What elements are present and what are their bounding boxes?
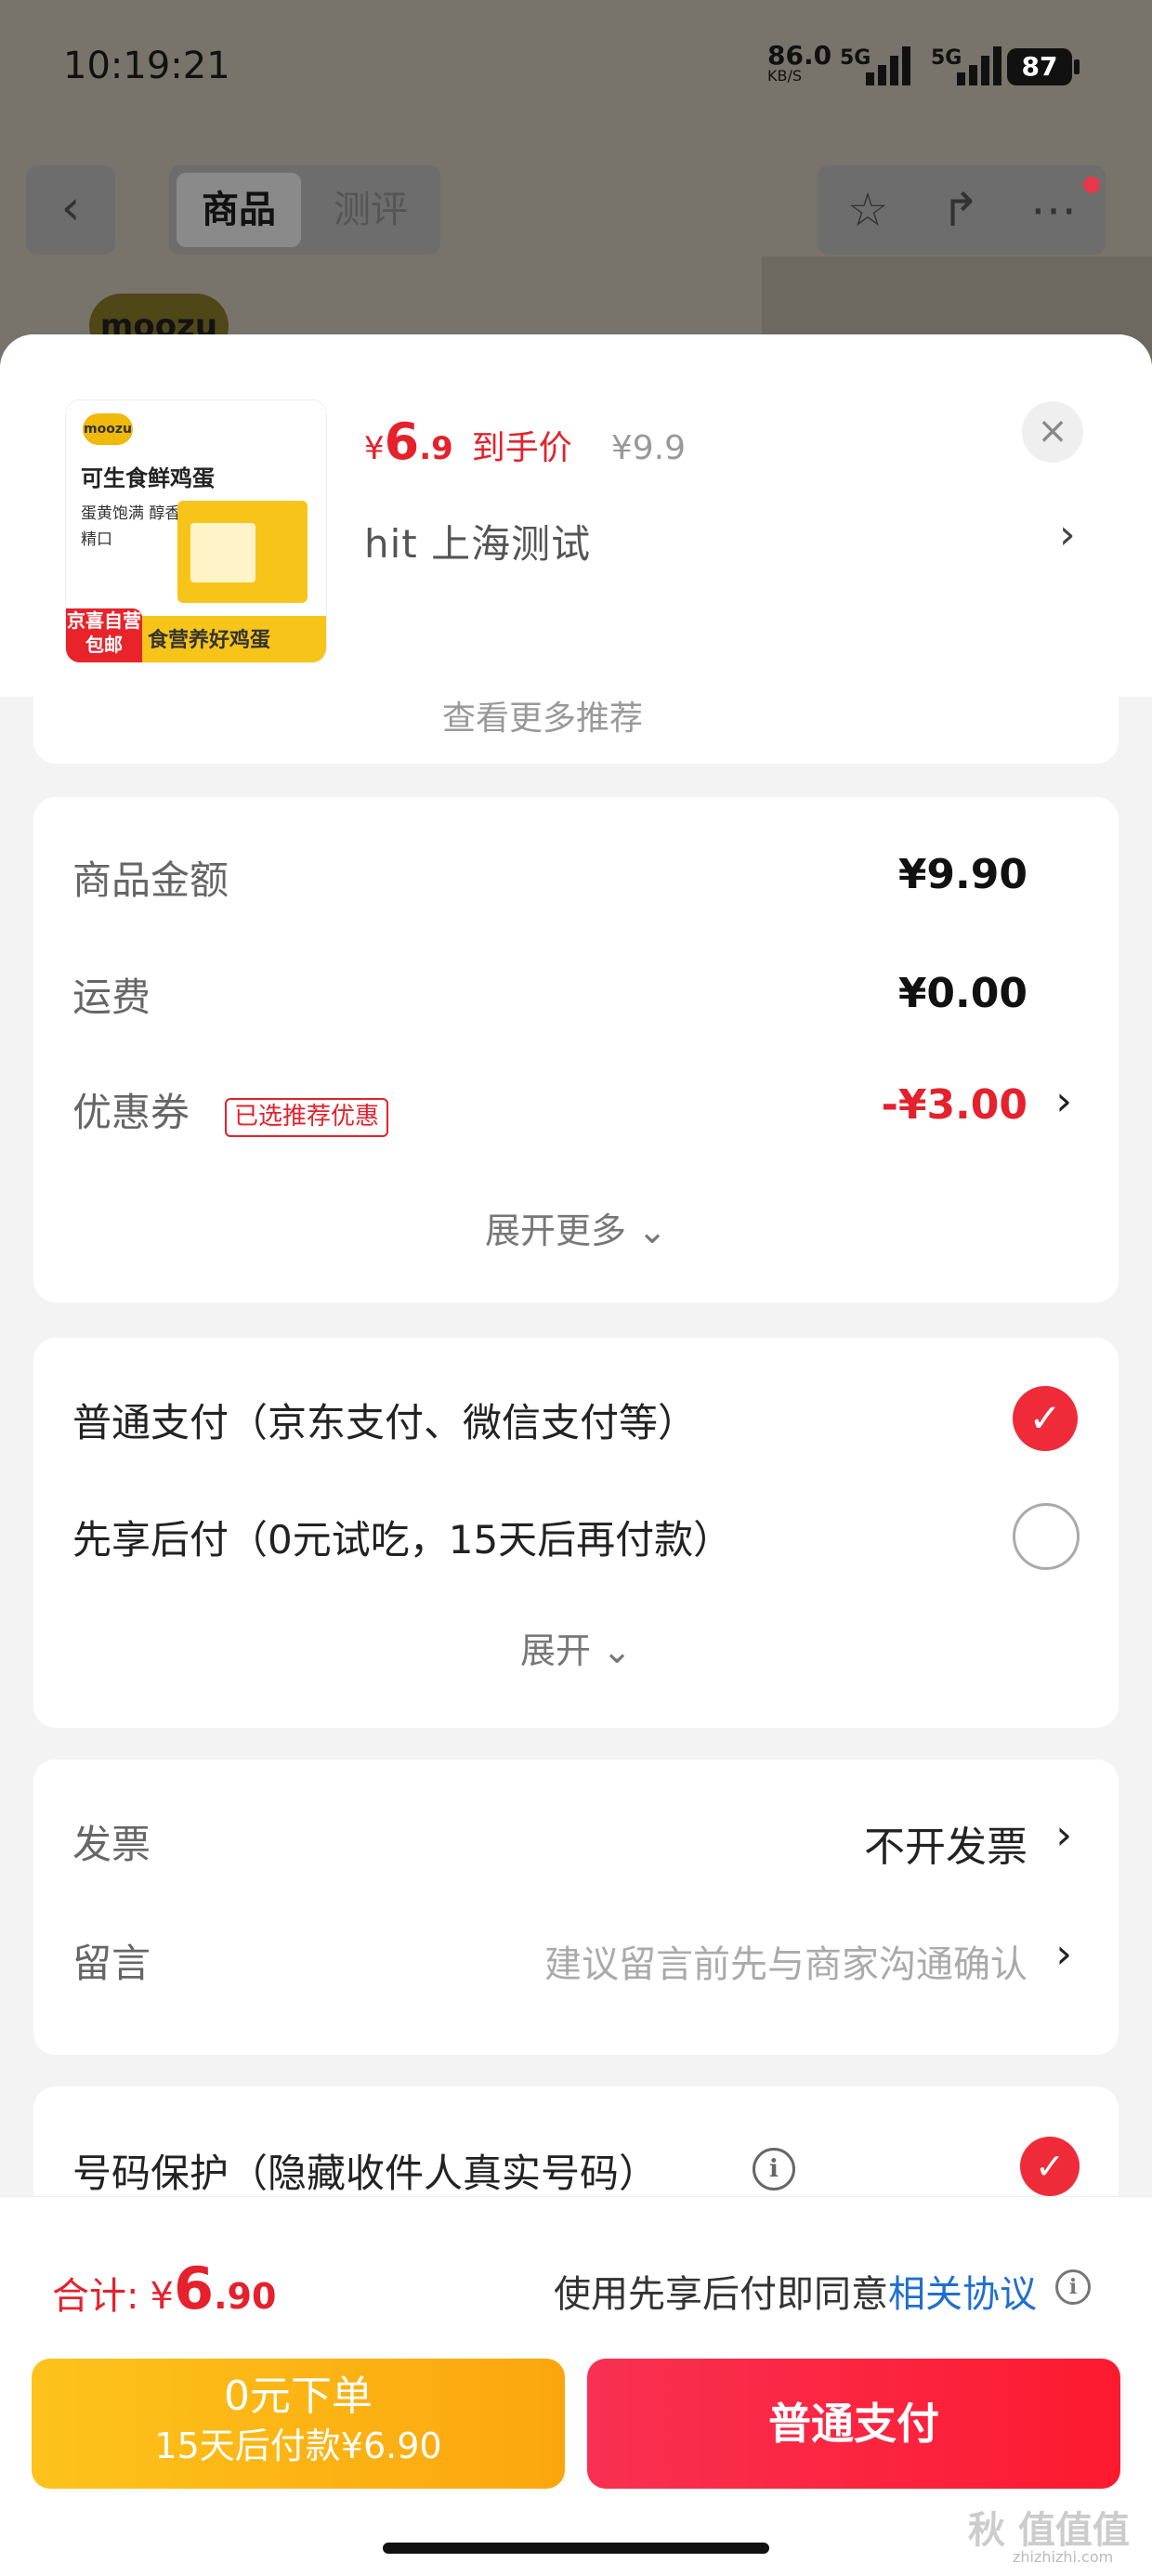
product-image-subtitle: 蛋黄饱满 醇香精口 bbox=[81, 504, 181, 549]
product-image[interactable]: moozu 可生食鲜鸡蛋 蛋黄饱满 醇香精口 京喜自营 包邮 食营养好鸡蛋 bbox=[65, 399, 327, 663]
signal-bars-icon-2 bbox=[957, 43, 1009, 85]
checkmark-icon[interactable]: ✓ bbox=[1020, 2137, 1080, 2196]
share-icon[interactable]: ↱ bbox=[914, 165, 1007, 255]
product-image-band-text: 食营养好鸡蛋 bbox=[148, 629, 271, 652]
price-label: 到手价 bbox=[471, 429, 572, 467]
signal-bars-icon bbox=[866, 43, 918, 85]
close-button[interactable]: × bbox=[1022, 401, 1083, 463]
goods-amount-value: ¥9.90 bbox=[897, 851, 1028, 898]
payment-normal-label[interactable]: 普通支付（京东支付、微信支付等） bbox=[72, 1392, 697, 1448]
battery-icon: 87 bbox=[1007, 48, 1080, 85]
shipping-value: ¥0.00 bbox=[897, 970, 1028, 1017]
invoice-value[interactable]: 不开发票 bbox=[864, 1813, 1028, 1873]
address-row[interactable]: hit 上海测试 bbox=[364, 513, 591, 569]
invoice-label[interactable]: 发票 bbox=[72, 1813, 151, 1870]
chevron-left-icon: ‹ bbox=[60, 180, 81, 236]
message-placeholder[interactable]: 建议留言前先与商家沟通确认 bbox=[544, 1934, 1028, 1988]
chevron-down-icon: ⌄ bbox=[602, 1630, 632, 1671]
radio-unchecked-icon[interactable] bbox=[1013, 1503, 1080, 1570]
price-integer: 6 bbox=[384, 412, 420, 471]
price-symbol: ¥ bbox=[364, 430, 385, 467]
normal-pay-button[interactable]: 普通支付 bbox=[587, 2359, 1120, 2489]
message-label[interactable]: 留言 bbox=[72, 1932, 151, 1989]
info-icon[interactable]: i bbox=[1055, 2269, 1091, 2305]
status-time: 10:19:21 bbox=[63, 45, 230, 87]
privacy-label: 号码保护（隐藏收件人真实号码） bbox=[72, 2151, 659, 2196]
chevron-right-icon[interactable]: › bbox=[1055, 1078, 1072, 1125]
nav-actions: ☆ ↱ ⋯ bbox=[818, 165, 1106, 255]
tab-product[interactable]: 商品 bbox=[177, 173, 301, 247]
network-speed: 86.0 KB/S bbox=[767, 40, 832, 85]
payment-card: 普通支付（京东支付、微信支付等） ✓ 先享后付（0元试吃，15天后再付款） 展开… bbox=[33, 1338, 1119, 1728]
info-icon[interactable]: i bbox=[753, 2148, 795, 2190]
invoice-card: 发票 不开发票 › 留言 建议留言前先与商家沟通确认 › bbox=[33, 1759, 1119, 2055]
checkout-bottom-bar: 合计: ¥6.90 使用先享后付即同意相关协议 i 0元下单 15天后付款¥6.9… bbox=[0, 2196, 1152, 2576]
original-price: ¥9.9 bbox=[610, 429, 686, 467]
chevron-right-icon[interactable]: › bbox=[1055, 1930, 1072, 1978]
coupon-label[interactable]: 优惠券 bbox=[72, 1081, 190, 1138]
chevron-down-icon: ⌄ bbox=[637, 1210, 667, 1251]
close-icon: × bbox=[1037, 410, 1068, 452]
amount-card: 商品金额 ¥9.90 运费 ¥0.00 优惠券 已选推荐优惠 -¥3.00 › … bbox=[33, 797, 1119, 1302]
payment-later-label[interactable]: 先享后付（0元试吃，15天后再付款） bbox=[72, 1509, 732, 1565]
watermark-url: zhizhizhi.com bbox=[1013, 2548, 1114, 2566]
coupon-value[interactable]: -¥3.00 bbox=[882, 1081, 1028, 1129]
home-indicator[interactable] bbox=[383, 2543, 769, 2554]
egg-box-illustration bbox=[177, 501, 308, 603]
status-bar: 10:19:21 86.0 KB/S 5G 5G 87 bbox=[0, 0, 1152, 139]
recommendation-text[interactable]: 查看更多推荐 bbox=[442, 691, 643, 739]
goods-amount-label: 商品金额 bbox=[72, 857, 229, 903]
notification-dot bbox=[1083, 177, 1100, 193]
product-image-logo: moozu bbox=[83, 413, 133, 445]
coupon-tag: 已选推荐优惠 bbox=[225, 1098, 389, 1137]
star-icon[interactable]: ☆ bbox=[821, 165, 914, 255]
tab-review[interactable]: 测评 bbox=[308, 173, 433, 247]
product-image-title: 可生食鲜鸡蛋 bbox=[81, 465, 215, 491]
price-row: ¥6.9 到手价 ¥9.9 bbox=[364, 412, 686, 477]
shipping-label: 运费 bbox=[72, 974, 151, 1020]
checkmark-icon[interactable]: ✓ bbox=[1013, 1386, 1078, 1451]
expand-more-button[interactable]: 展开更多 ⌄ bbox=[33, 1202, 1119, 1253]
zero-order-button[interactable]: 0元下单 15天后付款¥6.90 bbox=[32, 2359, 565, 2489]
agreement-link[interactable]: 相关协议 bbox=[888, 2273, 1037, 2316]
agreement-text: 使用先享后付即同意相关协议 bbox=[554, 2273, 1037, 2316]
total-amount: 合计: ¥6.90 bbox=[52, 2255, 277, 2322]
price-decimal: .9 bbox=[419, 430, 453, 467]
product-image-tag: 京喜自营 包邮 bbox=[66, 608, 142, 662]
product-header: moozu 可生食鲜鸡蛋 蛋黄饱满 醇香精口 京喜自营 包邮 食营养好鸡蛋 ¥6… bbox=[0, 334, 1152, 697]
chevron-right-icon[interactable]: › bbox=[1055, 1811, 1072, 1859]
segmented-tabs: 商品 测评 bbox=[169, 165, 440, 255]
watermark: 秋 值值值 bbox=[968, 2509, 1130, 2552]
payment-expand-button[interactable]: 展开 ⌄ bbox=[33, 1622, 1119, 1673]
back-button[interactable]: ‹ bbox=[26, 165, 115, 255]
chevron-right-icon[interactable]: › bbox=[1059, 511, 1076, 558]
